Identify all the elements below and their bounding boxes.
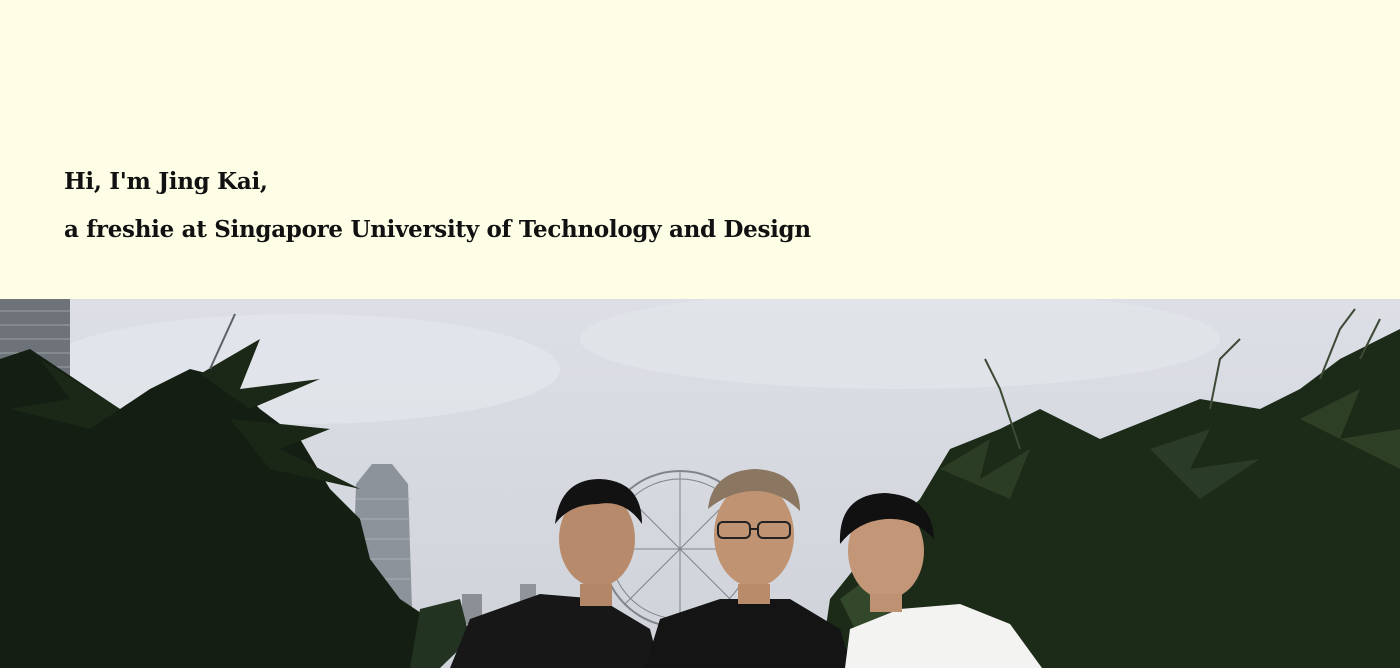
hero-subtitle: a freshie at Singapore University of Tec…	[64, 216, 811, 243]
hero-photo	[0, 299, 1400, 668]
hero-greeting: Hi, I'm Jing Kai,	[64, 168, 268, 195]
hero-section: Hi, I'm Jing Kai, a freshie at Singapore…	[0, 0, 1400, 299]
